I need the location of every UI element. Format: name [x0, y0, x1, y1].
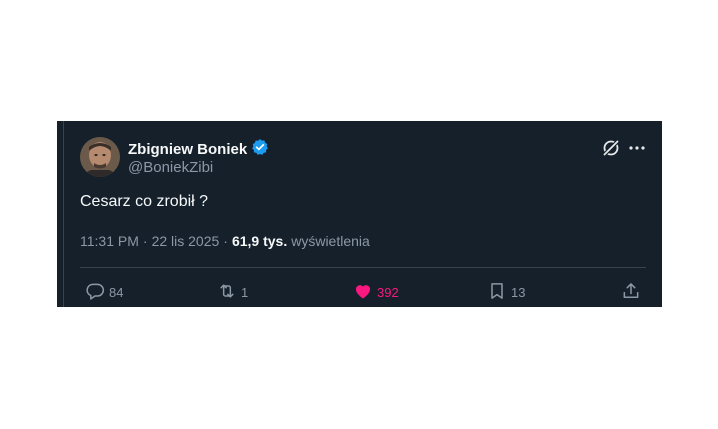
views-count[interactable]: 61,9 tys.	[232, 233, 287, 249]
divider	[80, 267, 646, 268]
verified-badge-icon	[251, 138, 269, 161]
grok-icon[interactable]	[601, 138, 621, 158]
tweet-time[interactable]: 11:31 PM	[80, 233, 139, 249]
tweet-date[interactable]: 22 lis 2025	[152, 233, 220, 249]
reply-icon	[85, 281, 105, 304]
bookmark-count: 13	[511, 285, 526, 300]
share-icon	[621, 281, 641, 304]
tweet-text: Cesarz co zrobił ?	[80, 193, 209, 210]
bookmark-button[interactable]: 13	[487, 281, 525, 304]
heart-icon	[353, 281, 373, 304]
reply-count: 84	[109, 285, 124, 300]
reply-button[interactable]: 84	[85, 281, 123, 304]
meta-separator: ·	[142, 233, 148, 249]
tweet-meta: 11:31 PM · 22 lis 2025 · 61,9 tys. wyświ…	[80, 233, 370, 249]
avatar[interactable]	[80, 137, 120, 177]
like-button[interactable]: 392	[353, 281, 399, 304]
author-handle[interactable]: @BoniekZibi	[128, 159, 213, 176]
thread-edge	[63, 121, 64, 307]
tweet-card: Zbigniew Boniek @BoniekZibi Cesarz co zr…	[57, 121, 662, 307]
like-count: 392	[377, 285, 399, 300]
retweet-count: 1	[241, 285, 249, 300]
author-name[interactable]: Zbigniew Boniek	[128, 141, 247, 158]
share-button[interactable]	[621, 281, 641, 304]
more-icon[interactable]	[628, 138, 646, 158]
author-name-row[interactable]: Zbigniew Boniek	[128, 138, 269, 161]
meta-separator: ·	[223, 233, 228, 249]
retweet-icon	[217, 281, 237, 304]
bookmark-icon	[487, 281, 507, 304]
retweet-button[interactable]: 1	[217, 281, 248, 304]
views-label[interactable]: wyświetlenia	[291, 233, 370, 249]
